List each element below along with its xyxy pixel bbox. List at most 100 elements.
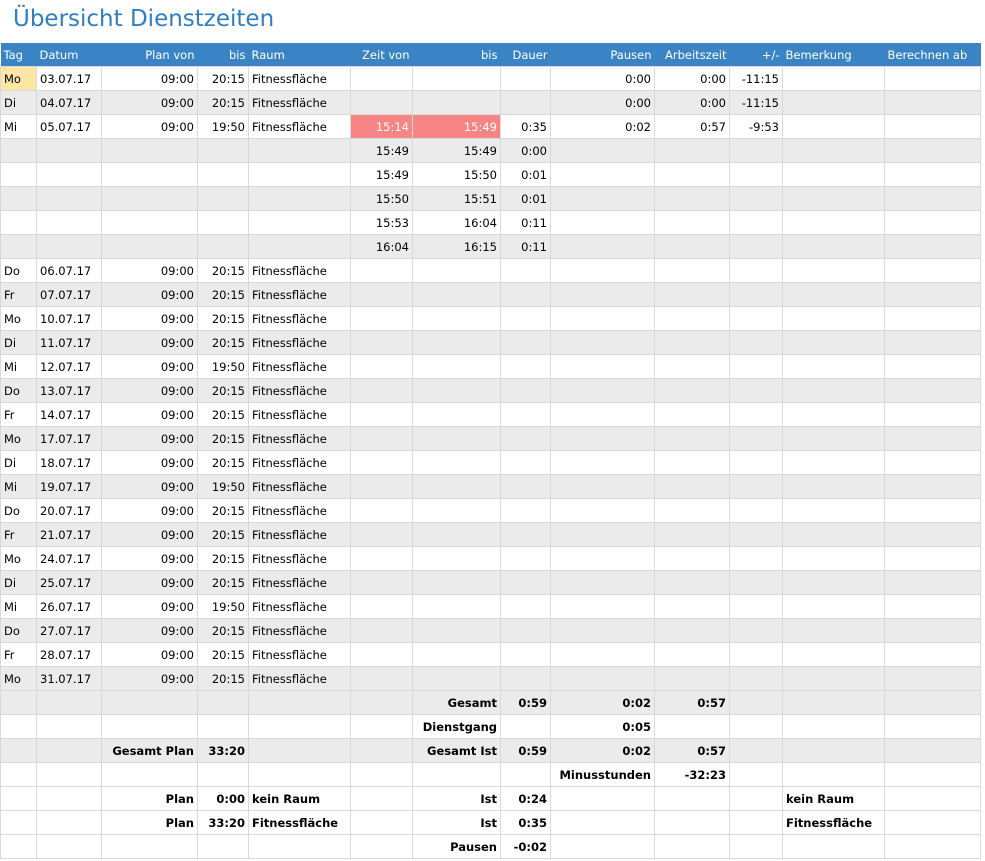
- col-dauer[interactable]: Dauer: [500, 43, 551, 67]
- cell-diff: [729, 426, 783, 451]
- cell-dauer: [500, 402, 551, 427]
- table-row[interactable]: 15:49 15:50 0:01: [0, 162, 981, 187]
- cell-berechnen-ab: [884, 354, 981, 379]
- cell-dauer: [500, 594, 551, 619]
- col-raum[interactable]: Raum: [248, 43, 351, 67]
- table-row[interactable]: 16:04 16:15 0:11: [0, 234, 981, 259]
- cell-raum: Fitnessfläche: [248, 594, 351, 619]
- cell-arbeitszeit: [654, 498, 730, 523]
- cell-pausen: [550, 426, 655, 451]
- cell-arbeitszeit: [654, 402, 730, 427]
- cell-zeit-bis: [412, 618, 501, 643]
- summary-cell-pausen: 0:05: [550, 714, 655, 739]
- cell-diff: [729, 474, 783, 499]
- col-berechnen-ab[interactable]: Berechnen ab: [884, 43, 981, 67]
- cell-zeit-von: [350, 546, 413, 571]
- cell-plan-von: 09:00: [101, 354, 198, 379]
- table-row[interactable]: Do 20.07.17 09:00 20:15 Fitnessfläche: [0, 498, 981, 523]
- table-row[interactable]: Mi 05.07.17 09:00 19:50 Fitnessfläche 15:14 15…: [0, 114, 981, 139]
- table-row[interactable]: 15:53 16:04 0:11: [0, 210, 981, 235]
- table-row[interactable]: Mo 24.07.17 09:00 20:15 Fitnessfläche: [0, 546, 981, 571]
- summary-cell-pausen: Minusstunden: [550, 762, 655, 787]
- cell-tag: Do: [0, 498, 37, 523]
- table-row[interactable]: Di 04.07.17 09:00 20:15 Fitnessfläche 0:00 0:0…: [0, 90, 981, 115]
- cell-zeit-bis: [412, 354, 501, 379]
- summary-cell-raum: [248, 690, 351, 715]
- table-row[interactable]: Do 13.07.17 09:00 20:15 Fitnessfläche: [0, 378, 981, 403]
- col-bemerkung[interactable]: Bemerkung: [782, 43, 885, 67]
- table-row[interactable]: Mo 10.07.17 09:00 20:15 Fitnessfläche: [0, 306, 981, 331]
- summary-row: Gesamt Plan 33:20 Gesamt Ist 0:59 0:02 0:57: [0, 738, 981, 763]
- col-tag[interactable]: Tag: [0, 43, 37, 67]
- table-row[interactable]: 15:49 15:49 0:00: [0, 138, 981, 163]
- table-row[interactable]: Mo 31.07.17 09:00 20:15 Fitnessfläche: [0, 666, 981, 691]
- col-pausen[interactable]: Pausen: [550, 43, 655, 67]
- summary-cell-berechnen-ab: [884, 714, 981, 739]
- table-row[interactable]: Mi 19.07.17 09:00 19:50 Fitnessfläche: [0, 474, 981, 499]
- cell-arbeitszeit: 0:00: [654, 66, 730, 91]
- col-plan-von[interactable]: Plan von: [101, 43, 198, 67]
- table-row[interactable]: Di 11.07.17 09:00 20:15 Fitnessfläche: [0, 330, 981, 355]
- cell-raum: Fitnessfläche: [248, 642, 351, 667]
- table-row[interactable]: 15:50 15:51 0:01: [0, 186, 981, 211]
- cell-pausen: [550, 450, 655, 475]
- summary-cell-arbeitszeit: [654, 786, 730, 811]
- table-row[interactable]: Mi 12.07.17 09:00 19:50 Fitnessfläche: [0, 354, 981, 379]
- cell-arbeitszeit: [654, 234, 730, 259]
- table-row[interactable]: Mo 17.07.17 09:00 20:15 Fitnessfläche: [0, 426, 981, 451]
- cell-pausen: [550, 642, 655, 667]
- summary-row: Plan 33:20 Fitnessfläche Ist 0:35 Fitnessfläc…: [0, 810, 981, 835]
- summary-cell-zeit-bis: Gesamt Ist: [412, 738, 501, 763]
- summary-cell-plan-von: [101, 714, 198, 739]
- cell-plan-von: [101, 234, 198, 259]
- cell-pausen: [550, 330, 655, 355]
- summary-cell-plan-von: Plan: [101, 786, 198, 811]
- table-row[interactable]: Fr 14.07.17 09:00 20:15 Fitnessfläche: [0, 402, 981, 427]
- cell-plan-von: 09:00: [101, 402, 198, 427]
- cell-pausen: [550, 378, 655, 403]
- cell-dauer: [500, 426, 551, 451]
- table-row[interactable]: Mi 26.07.17 09:00 19:50 Fitnessfläche: [0, 594, 981, 619]
- cell-tag: Mo: [0, 666, 37, 691]
- summary-cell-raum: [248, 762, 351, 787]
- col-datum[interactable]: Datum: [36, 43, 102, 67]
- cell-plan-von: 09:00: [101, 498, 198, 523]
- cell-zeit-bis: [412, 426, 501, 451]
- summary-cell-diff: [729, 786, 783, 811]
- cell-raum: Fitnessfläche: [248, 330, 351, 355]
- cell-raum: Fitnessfläche: [248, 570, 351, 595]
- cell-plan-bis: 20:15: [197, 618, 249, 643]
- col-arbeitszeit[interactable]: Arbeitszeit: [654, 43, 730, 67]
- cell-dauer: 0:00: [500, 138, 551, 163]
- cell-arbeitszeit: [654, 282, 730, 307]
- col-plan-bis[interactable]: bis: [197, 43, 249, 67]
- cell-tag: Fr: [0, 522, 37, 547]
- summary-cell-datum: [36, 762, 102, 787]
- table-row[interactable]: Di 18.07.17 09:00 20:15 Fitnessfläche: [0, 450, 981, 475]
- table-row[interactable]: Mo 03.07.17 09:00 20:15 Fitnessfläche 0:00 0:0…: [0, 66, 981, 91]
- table-row[interactable]: Do 06.07.17 09:00 20:15 Fitnessfläche: [0, 258, 981, 283]
- cell-raum: [248, 138, 351, 163]
- cell-plan-von: 09:00: [101, 594, 198, 619]
- table-row[interactable]: Di 25.07.17 09:00 20:15 Fitnessfläche: [0, 570, 981, 595]
- cell-zeit-bis: [412, 594, 501, 619]
- table-row[interactable]: Do 27.07.17 09:00 20:15 Fitnessfläche: [0, 618, 981, 643]
- cell-zeit-bis: [412, 258, 501, 283]
- cell-arbeitszeit: [654, 426, 730, 451]
- col-zeit-bis[interactable]: bis: [412, 43, 501, 67]
- summary-cell-datum: [36, 690, 102, 715]
- cell-dauer: [500, 570, 551, 595]
- table-row[interactable]: Fr 21.07.17 09:00 20:15 Fitnessfläche: [0, 522, 981, 547]
- cell-plan-von: 09:00: [101, 450, 198, 475]
- cell-berechnen-ab: [884, 234, 981, 259]
- cell-plan-von: 09:00: [101, 90, 198, 115]
- summary-cell-plan-von: Plan: [101, 810, 198, 835]
- summary-cell-datum: [36, 834, 102, 859]
- cell-datum: 07.07.17: [36, 282, 102, 307]
- table-row[interactable]: Fr 28.07.17 09:00 20:15 Fitnessfläche: [0, 642, 981, 667]
- table-row[interactable]: Fr 07.07.17 09:00 20:15 Fitnessfläche: [0, 282, 981, 307]
- cell-arbeitszeit: [654, 138, 730, 163]
- col-diff[interactable]: +/-: [729, 43, 783, 67]
- cell-bemerkung: [782, 402, 885, 427]
- col-zeit-von[interactable]: Zeit von: [350, 43, 413, 67]
